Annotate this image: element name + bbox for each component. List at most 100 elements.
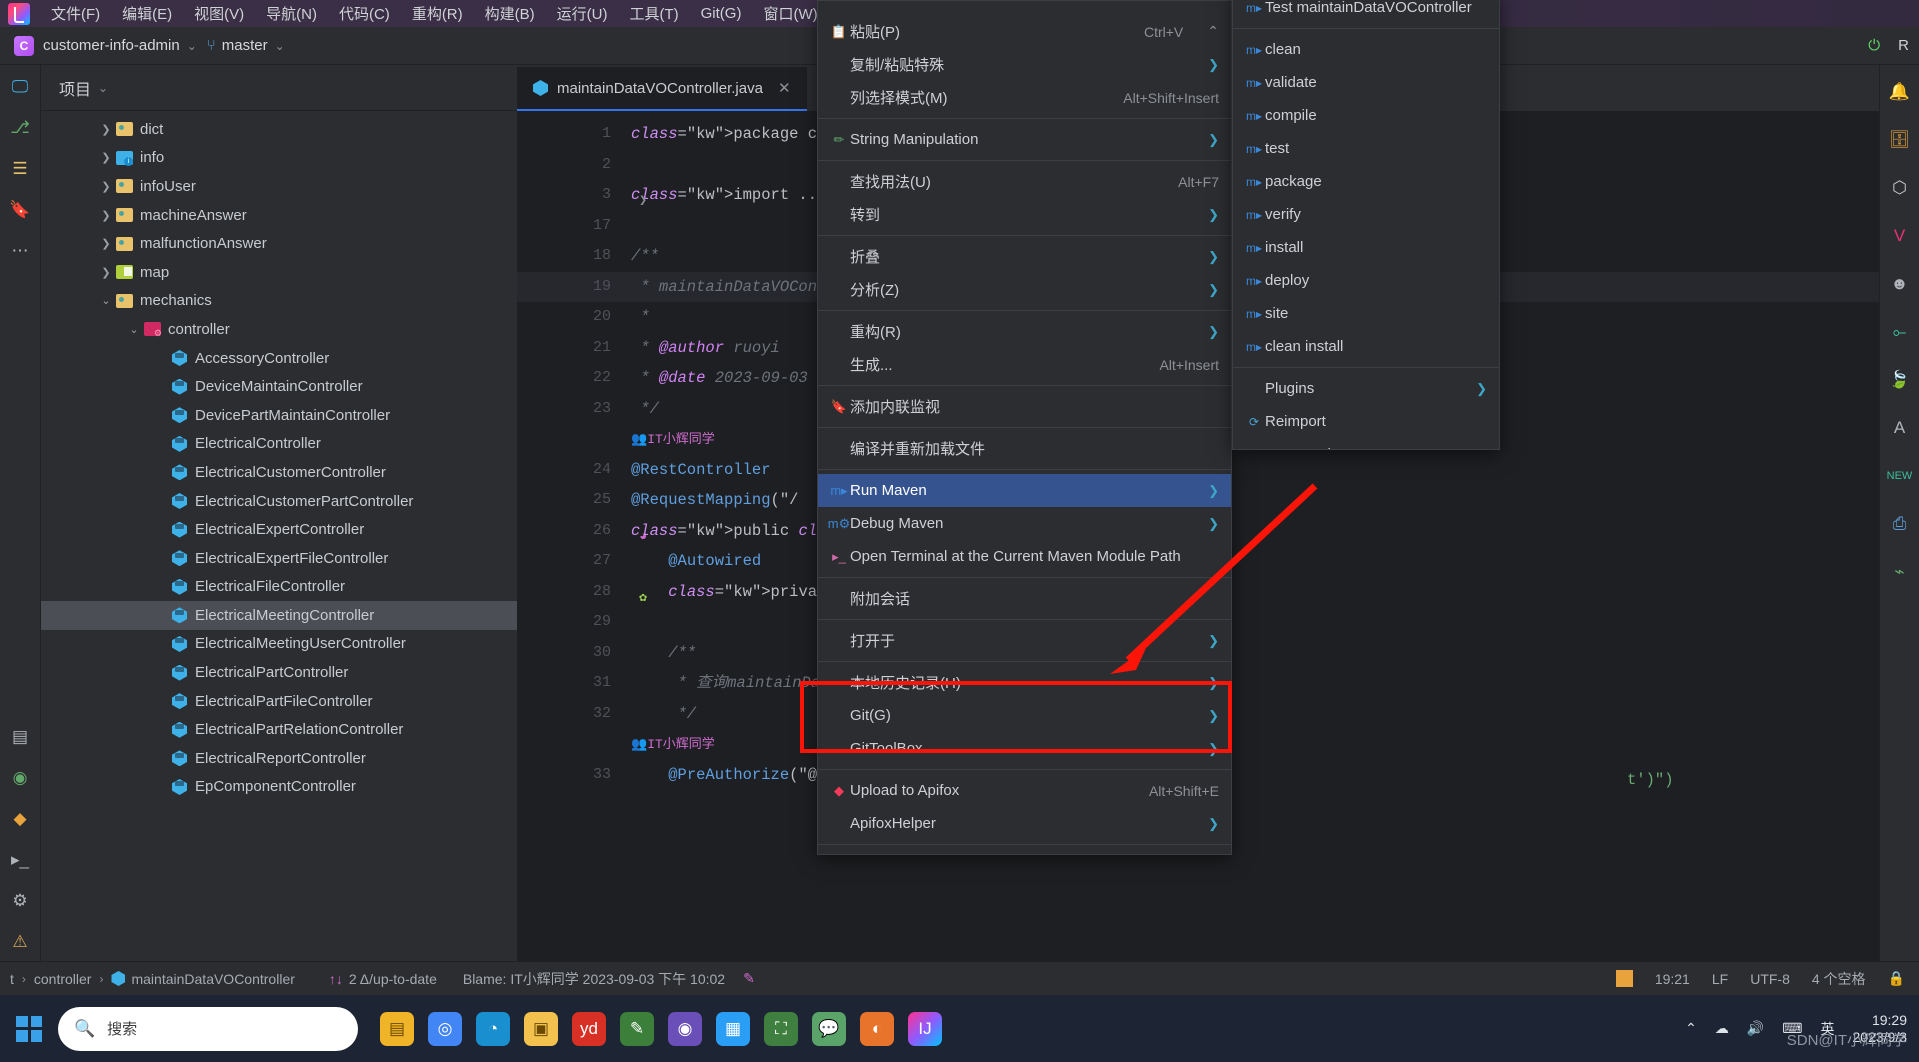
chevron-right-icon[interactable]: ❯ (1208, 675, 1219, 691)
tree-node-accessorycontroller[interactable]: AccessoryController (41, 344, 517, 373)
tree-node-electricalpartcontroller[interactable]: ElectricalPartController (41, 658, 517, 687)
run-maven-submenu[interactable]: m▸ Test maintainDataVOController m▸ clean m▸… (1232, 0, 1500, 450)
editor-context-menu[interactable]: 📋 粘贴(P) Ctrl+V ⌃ 复制/粘贴特殊 ❯ 列选择模式(M) Alt+Shift+I… (817, 0, 1232, 855)
tree-node-info[interactable]: ❯ info (41, 144, 517, 173)
tray-time[interactable]: 19:29 (1872, 1012, 1907, 1028)
maven-menu-item-test-maintaindatavocontroller[interactable]: m▸ Test maintainDataVOController (1233, 0, 1499, 24)
maven-panel-icon[interactable]: ◆ (8, 807, 32, 831)
menu-item-view[interactable]: 视图(V) (183, 1, 255, 26)
taskbar-search-box[interactable]: 🔍 搜索 (58, 1006, 358, 1051)
notifications-bell-icon[interactable]: 🔔 (1887, 79, 1913, 105)
taskbar-chrome-icon[interactable]: ◎ (428, 1011, 462, 1046)
tree-node-electricalreportcontroller[interactable]: ElectricalReportController (41, 744, 517, 773)
taskbar-app-icon-1[interactable]: ◉ (668, 1011, 702, 1046)
menu-item-file[interactable]: 文件(F) (40, 1, 111, 26)
chevron-right-icon[interactable]: ❯ (1208, 483, 1219, 499)
gutter-line-3[interactable]: 3 ❯ (517, 180, 647, 211)
taskbar-folder-icon[interactable]: ▣ (524, 1011, 558, 1046)
spring-icon[interactable]: 🍃 (1887, 367, 1913, 393)
context-menu-item-open-terminal-at-the-current-maven-module-path[interactable]: ▸_ Open Terminal at the Current Maven Mod… (818, 540, 1231, 573)
gutter-line-20[interactable]: 20 (517, 302, 625, 333)
taskbar-app-icon-4[interactable]: ◐ (860, 1011, 894, 1046)
chevron-right-icon[interactable]: ❯ (1208, 633, 1219, 649)
gutter-line-2[interactable]: 2 (517, 150, 625, 181)
chevron-right-icon[interactable]: ❯ (99, 209, 113, 222)
gutter-line-30[interactable]: 30 (517, 638, 625, 669)
context-menu-item-[interactable]: 附加会话 (818, 582, 1231, 615)
gutter-line-32[interactable]: 32 (517, 699, 625, 730)
context-menu-item-[interactable]: 折叠 ❯ (818, 240, 1231, 273)
taskbar-youdao-icon[interactable]: yd (572, 1011, 606, 1046)
tray-cloud-icon[interactable]: ☁ (1715, 1020, 1729, 1037)
context-menu-item-[interactable]: 🔖 添加内联监视 (818, 390, 1231, 423)
context-menu-item-p[interactable]: 📋 粘贴(P) Ctrl+V ⌃ (818, 15, 1231, 48)
editor-gutter[interactable]: 1 2 3 ❯ 17 18 19 20 21 22 23 24 25 26 ◕ 27 28 ✿ 29 30 31 32 33 (517, 111, 647, 995)
maven-menu-item-compile[interactable]: m▸ compile (1233, 99, 1499, 132)
commit-icon[interactable]: ⎇ (8, 116, 32, 140)
tree-node-electricalfilecontroller[interactable]: ElectricalFileController (41, 573, 517, 602)
gutter-line-33[interactable]: 33 (517, 760, 625, 791)
tree-node-controller[interactable]: ⌄ controller (41, 315, 517, 344)
chevron-right-icon[interactable]: ❯ (1208, 741, 1219, 757)
maven-menu-item-reimport[interactable]: ⟳ Reimport (1233, 405, 1499, 438)
context-menu-item-h[interactable]: 本地历史记录(H) ❯ (818, 666, 1231, 699)
editor-tab-maintaindatavocontroller[interactable]: maintainDataVOController.java ✕ (517, 67, 807, 111)
maven-menu-item-verify[interactable]: m▸ verify (1233, 198, 1499, 231)
chevron-right-icon[interactable]: ❯ (1208, 282, 1219, 298)
menu-item-refactor[interactable]: 重构(R) (401, 1, 474, 26)
chevron-right-icon[interactable]: ❯ (1476, 381, 1487, 397)
project-view-icon[interactable]: 🖵 (8, 75, 32, 99)
tree-node-devicepartmaintaincontroller[interactable]: DevicePartMaintainController (41, 401, 517, 430)
tree-node-electricalpartfilecontroller[interactable]: ElectricalPartFileController (41, 687, 517, 716)
context-menu-item-[interactable]: 转到 ❯ (818, 198, 1231, 231)
gutter-line-26[interactable]: 26 ◕ (517, 516, 647, 547)
menu-item-edit[interactable]: 编辑(E) (111, 1, 183, 26)
menu-scroll-up-chevron-icon[interactable]: ⌃ (1207, 23, 1219, 40)
tree-node-devicemaintaincontroller[interactable]: DeviceMaintainController (41, 372, 517, 401)
chevron-right-icon[interactable]: ❯ (99, 266, 113, 279)
context-menu-item-debug-maven[interactable]: m⚙ Debug Maven ❯ (818, 507, 1231, 540)
maven-menu-item-install[interactable]: m▸ install (1233, 231, 1499, 264)
new-feature-icon[interactable]: NEW (1887, 463, 1913, 489)
maven-menu-item-clean-install[interactable]: m▸ clean install (1233, 330, 1499, 363)
project-name[interactable]: customer-info-admin (43, 37, 180, 54)
indent-size[interactable]: 4 个空格 (1812, 969, 1866, 989)
translation-icon[interactable]: ⎙ (1887, 511, 1913, 537)
chevron-down-icon[interactable]: ⌄ (187, 39, 197, 53)
context-menu-item-z[interactable]: 分析(Z) ❯ (818, 273, 1231, 306)
chevron-right-icon[interactable]: ❯ (99, 237, 113, 250)
context-menu-item-[interactable]: 复制/粘贴特殊 ❯ (818, 48, 1231, 81)
gutter-line-1[interactable]: 1 (517, 119, 625, 150)
chevron-right-icon[interactable]: ❯ (99, 151, 113, 164)
dependency-graph-icon[interactable]: ⟜ (1887, 319, 1913, 345)
chevron-right-icon[interactable]: ❯ (1208, 207, 1219, 223)
menu-item-tools[interactable]: 工具(T) (618, 1, 689, 26)
tray-volume-icon[interactable]: 🔊 (1747, 1020, 1764, 1037)
tree-node-epcomponentcontroller[interactable]: EpComponentController (41, 773, 517, 802)
taskbar-wechat-icon[interactable]: 💬 (812, 1011, 846, 1046)
terminal-icon[interactable]: ▸_ (8, 848, 32, 872)
gutter-line-21[interactable]: 21 (517, 333, 625, 364)
vcs-status-text[interactable]: 2 Δ/up-to-date (349, 971, 437, 987)
menu-scroll-up-icon[interactable] (818, 1, 1231, 15)
chevron-down-icon[interactable]: ⌄ (99, 294, 113, 307)
taskbar-app-icon-2[interactable]: ▦ (716, 1011, 750, 1046)
gutter-line-vcs[interactable] (517, 424, 625, 455)
problems-icon[interactable]: ⚠ (8, 930, 32, 954)
gutter-line-vcs[interactable] (517, 729, 625, 760)
run-configuration-icon[interactable]: ⏻ (1868, 37, 1880, 54)
database-panel-icon[interactable]: ▤ (8, 725, 32, 749)
maven-menu-item-deploy[interactable]: m▸ deploy (1233, 264, 1499, 297)
taskbar-idea-icon[interactable]: IJ (908, 1011, 942, 1046)
menu-item-code[interactable]: 代码(C) (328, 1, 401, 26)
more-tool-windows-icon[interactable]: ⋯ (8, 239, 32, 263)
branch-chevron-down-icon[interactable]: ⌄ (275, 39, 285, 53)
maven-menu-item-clean[interactable]: m▸ clean (1233, 33, 1499, 66)
tree-node-dict[interactable]: ❯ dict (41, 115, 517, 144)
context-menu-item-gittoolbox[interactable]: GitToolBox ❯ (818, 732, 1231, 765)
gutter-line-29[interactable]: 29 (517, 607, 625, 638)
breadcrumb-class[interactable]: maintainDataVOController (131, 971, 294, 987)
context-menu-item-u[interactable]: 查找用法(U) Alt+F7 (818, 165, 1231, 198)
gutter-line-18[interactable]: 18 (517, 241, 625, 272)
tree-node-infouser[interactable]: ❯ infoUser (41, 172, 517, 201)
